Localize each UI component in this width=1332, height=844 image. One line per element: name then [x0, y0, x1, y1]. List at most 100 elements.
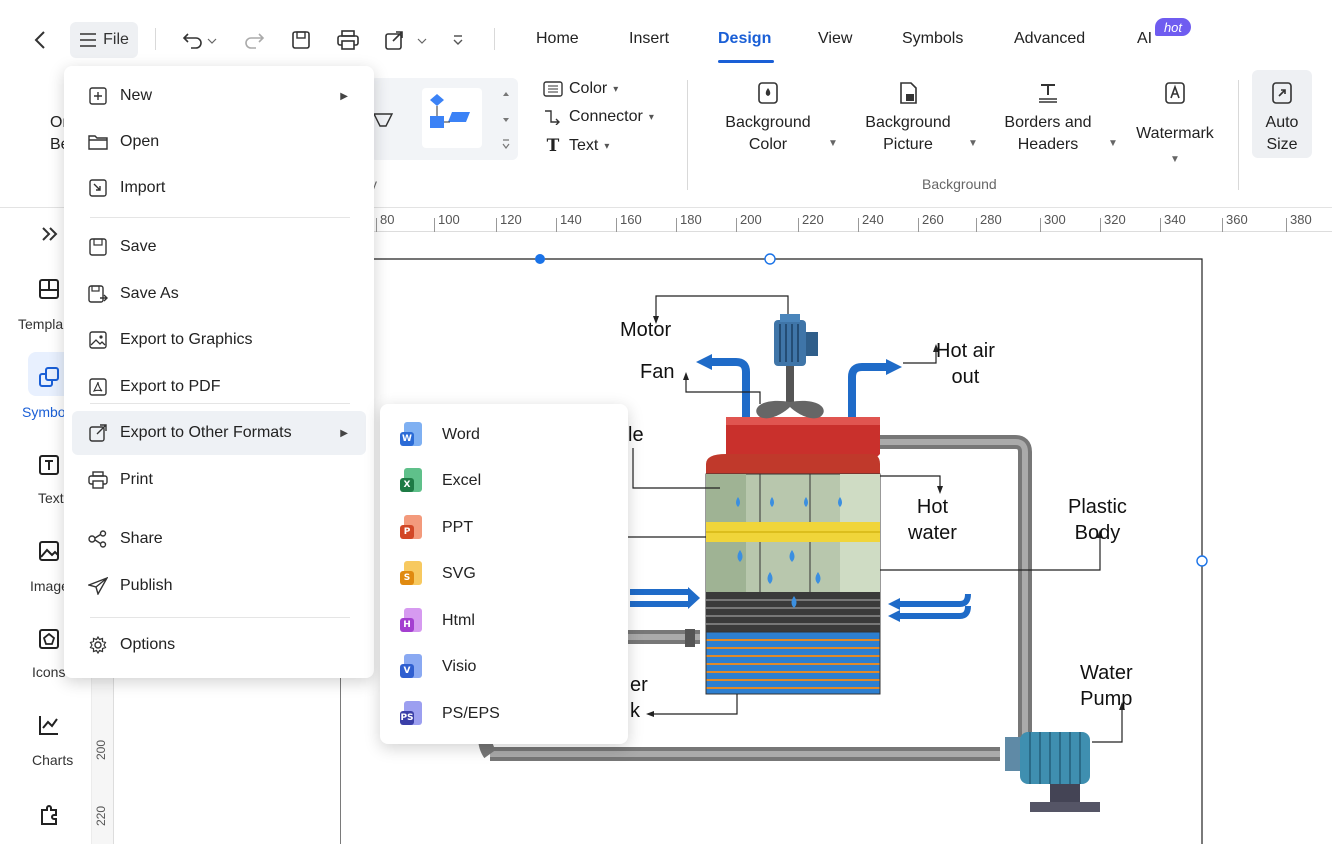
text-icon: [38, 454, 60, 476]
menu-item-label: Save: [120, 238, 157, 255]
symbols-icon: [38, 366, 60, 388]
html-file-icon: H: [400, 608, 424, 634]
format-badge: W: [400, 432, 414, 446]
ruler-tick: [676, 218, 677, 232]
tab-symbols[interactable]: Symbols: [902, 30, 963, 48]
menu-item-label: Export to Other Formats: [120, 424, 292, 441]
import-icon: [88, 178, 108, 198]
background-group-label: Background: [922, 176, 997, 192]
horizontal-ruler: 80 100 120 140 160 180 200 220 240 260 280 300 320 34…: [340, 208, 1332, 232]
active-tab-indicator: [718, 60, 774, 63]
file-menu-item-save-as[interactable]: Save As: [72, 272, 366, 316]
background-picture-button[interactable]: Background Picture: [858, 82, 958, 156]
connector-button[interactable]: Connector ▾: [543, 108, 654, 126]
export-ppt[interactable]: P PPT: [400, 508, 473, 548]
ruler-tick-label: 240: [862, 212, 884, 227]
redo-icon[interactable]: [240, 26, 268, 54]
tab-view[interactable]: View: [818, 30, 852, 48]
export-visio[interactable]: V Visio: [400, 647, 476, 687]
ruler-tick: [434, 218, 435, 232]
ruler-tick-label: 140: [560, 212, 582, 227]
save-icon[interactable]: [288, 26, 314, 54]
borders-headers-button[interactable]: Borders and Headers: [998, 82, 1098, 156]
menu-item-label: Share: [120, 530, 163, 547]
submenu-item-label: PPT: [442, 519, 474, 536]
menu-divider: [90, 403, 350, 404]
menu-item-label: Export to PDF: [120, 378, 221, 395]
print-icon[interactable]: [334, 26, 362, 54]
motor-label: Motor: [620, 319, 672, 341]
export-icon: [88, 423, 108, 443]
style-thumb-selected[interactable]: [422, 88, 482, 148]
export-formats-submenu: W Word X Excel P PPT S SVG H Html V Visio PS PS/EPS: [380, 404, 628, 744]
submenu-item-label: Excel: [442, 472, 482, 489]
puzzle-icon: [38, 802, 62, 826]
ruler-tick-label: 380: [1290, 212, 1312, 227]
ruler-tick-label: 180: [680, 212, 702, 227]
chart-icon: [38, 714, 60, 736]
visio-file-icon: V: [400, 654, 424, 680]
ruler-tick: [918, 218, 919, 232]
watermark-button[interactable]: Watermark: [1128, 82, 1222, 145]
file-menu-item-new[interactable]: New ▶: [72, 74, 366, 118]
tab-design[interactable]: Design: [718, 30, 771, 48]
divider: [155, 28, 156, 50]
save-as-icon: [88, 284, 108, 304]
file-menu-item-share[interactable]: Share: [72, 517, 366, 561]
gallery-scroll-icon[interactable]: [500, 88, 512, 152]
file-menu-item-publish[interactable]: Publish: [72, 564, 366, 608]
undo-icon[interactable]: [180, 26, 220, 54]
hot-air-label: Hot air out: [936, 340, 995, 388]
export-svg[interactable]: S SVG: [400, 554, 476, 594]
menu-divider: [90, 617, 350, 618]
fill-icon: [543, 81, 563, 97]
ruler-tick: [496, 218, 497, 232]
plus-square-icon: [88, 86, 108, 106]
divider: [1238, 80, 1239, 190]
tab-ai[interactable]: AI: [1137, 30, 1152, 48]
text-button[interactable]: T Text ▾: [543, 136, 610, 156]
image-icon: [38, 540, 60, 562]
file-menu-item-save[interactable]: Save: [72, 225, 366, 269]
selection-handle: [1196, 555, 1208, 567]
submenu-item-label: PS/EPS: [442, 705, 500, 722]
file-menu-item-open[interactable]: Open: [72, 120, 366, 164]
tank-label: er k: [630, 674, 648, 722]
svg-file-icon: S: [400, 561, 424, 587]
excel-file-icon: X: [400, 468, 424, 494]
style-thumb[interactable]: [370, 96, 404, 142]
ruler-tick: [858, 218, 859, 232]
background-color-button[interactable]: Background Color: [718, 82, 818, 156]
menu-item-label: Import: [120, 179, 166, 196]
file-menu-item-print[interactable]: Print: [72, 458, 366, 502]
ruler-tick: [1040, 218, 1041, 232]
file-menu-item-export-to-graphics[interactable]: Export to Graphics: [72, 318, 366, 362]
file-menu-item-export-to-other-formats[interactable]: Export to Other Formats ▶: [72, 411, 366, 455]
menu-item-label: New: [120, 87, 153, 104]
connector-icon: [543, 109, 563, 125]
templates-icon: [38, 278, 60, 300]
image-export-icon: [88, 330, 108, 350]
export-html[interactable]: H Html: [400, 601, 475, 641]
export-excel[interactable]: X Excel: [400, 461, 481, 501]
file-menu-button[interactable]: File: [70, 22, 138, 58]
tab-insert[interactable]: Insert: [629, 30, 669, 48]
export-ps-eps[interactable]: PS PS/EPS: [400, 694, 500, 734]
export-icon[interactable]: [382, 26, 432, 54]
folder-icon: [88, 132, 108, 152]
submenu-arrow-icon: ▶: [340, 90, 348, 102]
printer-icon: [88, 470, 108, 490]
tab-advanced[interactable]: Advanced: [1014, 30, 1085, 48]
tab-home[interactable]: Home: [536, 30, 579, 48]
back-icon[interactable]: [26, 24, 54, 56]
color-button[interactable]: Color ▾: [543, 80, 618, 98]
export-word[interactable]: W Word: [400, 415, 480, 455]
file-menu-item-import[interactable]: Import: [72, 166, 366, 210]
more-icon[interactable]: [448, 26, 468, 54]
auto-size-button[interactable]: Auto Size: [1252, 70, 1312, 158]
file-menu-item-options[interactable]: Options: [72, 623, 366, 667]
menu-divider: [90, 217, 350, 218]
style-gallery[interactable]: [370, 78, 518, 160]
format-badge: V: [400, 664, 414, 678]
ruler-tick-label: 120: [500, 212, 522, 227]
